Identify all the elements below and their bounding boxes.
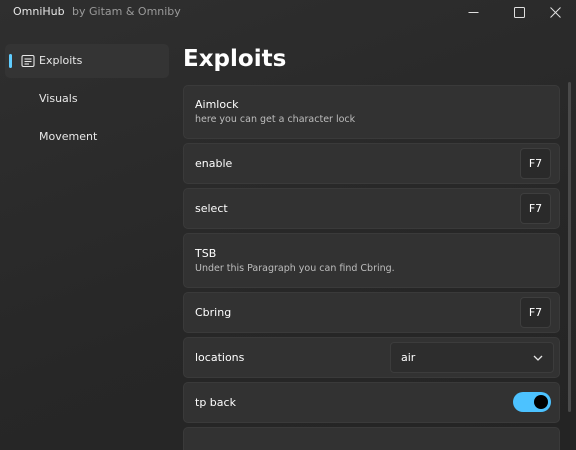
sidebar-item-label: Exploits — [39, 54, 83, 67]
select-keybind-row: select F7 — [183, 188, 560, 229]
enable-keybind-row: enable F7 — [183, 143, 560, 184]
close-icon — [549, 6, 561, 18]
sidebar-item-visuals[interactable]: Visuals — [5, 82, 169, 116]
enable-keybind-button[interactable]: F7 — [520, 148, 551, 179]
locations-dropdown[interactable]: air — [390, 342, 554, 373]
select-label: select — [195, 202, 228, 215]
chevron-down-icon — [533, 355, 543, 361]
sidebar-item-exploits[interactable]: Exploits — [5, 44, 169, 78]
cbring-keybind-button[interactable]: F7 — [520, 297, 551, 328]
aimlock-title: Aimlock — [195, 98, 239, 111]
aimlock-description: here you can get a character lock — [195, 114, 356, 125]
tp-back-row: tp back — [183, 382, 560, 423]
title-bar: OmniHub by Gitam & Omniby — [0, 0, 576, 24]
maximize-icon — [513, 6, 525, 18]
sidebar-item-label: Visuals — [39, 92, 78, 105]
tp-back-label: tp back — [195, 396, 236, 409]
sidebar-item-label: Movement — [39, 130, 98, 143]
page-title: Exploits — [183, 46, 287, 72]
enable-label: enable — [195, 157, 233, 170]
active-indicator — [9, 54, 12, 68]
cbring-keybind-row: Cbring F7 — [183, 292, 560, 333]
select-keybind-button[interactable]: F7 — [520, 193, 551, 224]
tsb-title: TSB — [195, 247, 217, 260]
locations-selected-value: air — [401, 351, 416, 364]
content-scrollbar[interactable] — [568, 82, 571, 412]
toggle-knob — [534, 395, 548, 409]
close-button[interactable] — [532, 0, 576, 24]
minimize-icon — [468, 11, 478, 13]
app-window: OmniHub by Gitam & Omniby Exploits Visua… — [0, 0, 576, 450]
window-subtitle: by Gitam & Omniby — [72, 5, 181, 18]
cbring-label: Cbring — [195, 306, 232, 319]
minimize-button[interactable] — [450, 0, 496, 24]
aimlock-paragraph: Aimlock here you can get a character loc… — [183, 85, 560, 139]
tsb-paragraph: TSB Under this Paragraph you can find Cb… — [183, 233, 560, 288]
tp-back-toggle[interactable] — [513, 392, 551, 412]
window-title: OmniHub — [13, 5, 65, 18]
next-row-partial — [183, 427, 560, 450]
locations-label: locations — [195, 351, 245, 364]
sidebar-item-movement[interactable]: Movement — [5, 120, 169, 154]
locations-row: locations air — [183, 337, 560, 378]
tsb-description: Under this Paragraph you can find Cbring… — [195, 263, 395, 274]
document-icon — [21, 54, 35, 68]
